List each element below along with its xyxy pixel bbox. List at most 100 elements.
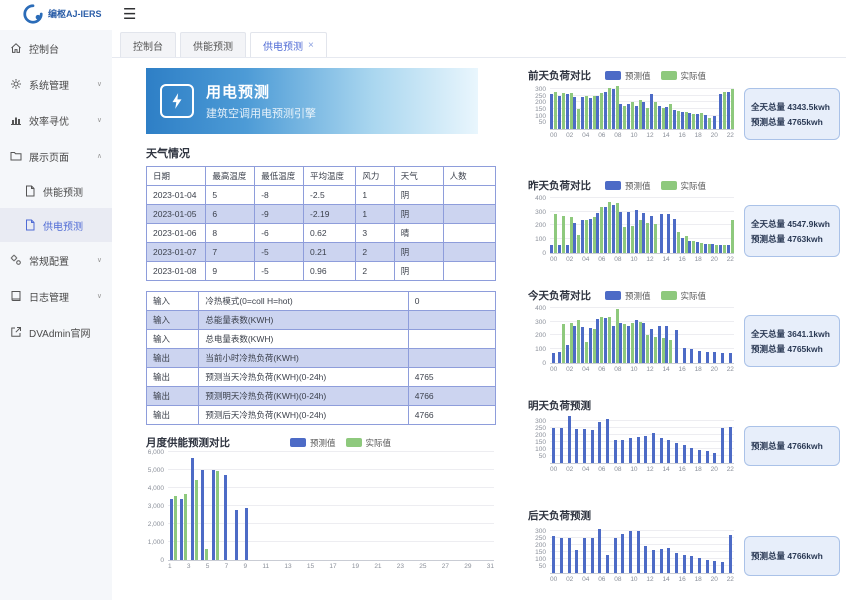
- bar-group[interactable]: [242, 453, 253, 560]
- bar-group[interactable]: [368, 453, 379, 560]
- bar-group[interactable]: [627, 416, 635, 463]
- bar-group[interactable]: [719, 416, 727, 463]
- bar-group[interactable]: [231, 453, 242, 560]
- bar-group[interactable]: [619, 306, 627, 363]
- bar-group[interactable]: [588, 306, 596, 363]
- bar-group[interactable]: [711, 526, 719, 573]
- bar-group[interactable]: [558, 86, 566, 129]
- bar-group[interactable]: [581, 526, 589, 573]
- bar-group[interactable]: [263, 453, 274, 560]
- sidebar-item-系统管理[interactable]: 系统管理∨: [0, 66, 112, 102]
- bar-group[interactable]: [565, 526, 573, 573]
- bar-group[interactable]: [696, 196, 704, 253]
- bar-group[interactable]: [389, 453, 400, 560]
- bar-group[interactable]: [665, 86, 673, 129]
- bar-group[interactable]: [680, 526, 688, 573]
- tab-控制台[interactable]: 控制台: [120, 32, 176, 57]
- bar-group[interactable]: [596, 416, 604, 463]
- bar-group[interactable]: [703, 86, 711, 129]
- sidebar-item-展示页面[interactable]: 展示页面∧: [0, 138, 112, 174]
- bar-group[interactable]: [657, 306, 665, 363]
- bar-group[interactable]: [634, 526, 642, 573]
- bar-group[interactable]: [711, 416, 719, 463]
- bar-group[interactable]: [627, 526, 635, 573]
- close-tab-icon[interactable]: ×: [308, 40, 314, 51]
- bar-group[interactable]: [294, 453, 305, 560]
- bar-group[interactable]: [642, 526, 650, 573]
- bar-group[interactable]: [558, 416, 566, 463]
- bar-group[interactable]: [588, 416, 596, 463]
- bar-group[interactable]: [642, 86, 650, 129]
- bar-group[interactable]: [634, 196, 642, 253]
- sidebar-item-控制台[interactable]: 控制台: [0, 30, 112, 66]
- sidebar-item-供能预测[interactable]: 供能预测: [0, 174, 112, 208]
- bar-group[interactable]: [588, 86, 596, 129]
- bar-group[interactable]: [550, 86, 558, 129]
- bar-group[interactable]: [680, 196, 688, 253]
- bar-group[interactable]: [315, 453, 326, 560]
- bar-group[interactable]: [410, 453, 421, 560]
- bar-group[interactable]: [627, 196, 635, 253]
- bar-group[interactable]: [336, 453, 347, 560]
- bar-group[interactable]: [688, 306, 696, 363]
- bar-group[interactable]: [696, 416, 704, 463]
- bar-group[interactable]: [347, 453, 358, 560]
- bar-group[interactable]: [378, 453, 389, 560]
- bar-group[interactable]: [611, 196, 619, 253]
- sidebar-item-日志管理[interactable]: 日志管理∨: [0, 278, 112, 314]
- bar-group[interactable]: [650, 416, 658, 463]
- bar-group[interactable]: [673, 196, 681, 253]
- bar-group[interactable]: [596, 196, 604, 253]
- bar-group[interactable]: [604, 86, 612, 129]
- legend-item[interactable]: 预测值: [290, 437, 336, 449]
- bar-group[interactable]: [719, 526, 727, 573]
- bar-group[interactable]: [657, 416, 665, 463]
- bar-group[interactable]: [703, 526, 711, 573]
- bar-group[interactable]: [573, 306, 581, 363]
- bar-group[interactable]: [634, 416, 642, 463]
- hamburger-menu-icon[interactable]: ☰: [123, 7, 136, 22]
- bar-group[interactable]: [711, 306, 719, 363]
- bar-group[interactable]: [726, 306, 734, 363]
- bar-group[interactable]: [703, 196, 711, 253]
- bar-group[interactable]: [168, 453, 179, 560]
- bar-group[interactable]: [619, 416, 627, 463]
- bar-group[interactable]: [719, 86, 727, 129]
- bar-group[interactable]: [703, 416, 711, 463]
- sidebar-item-常规配置[interactable]: 常规配置∨: [0, 242, 112, 278]
- bar-group[interactable]: [581, 416, 589, 463]
- bar-group[interactable]: [673, 416, 681, 463]
- bar-group[interactable]: [200, 453, 211, 560]
- bar-group[interactable]: [680, 416, 688, 463]
- legend-item[interactable]: 预测值: [605, 180, 651, 192]
- bar-group[interactable]: [665, 196, 673, 253]
- bar-group[interactable]: [611, 306, 619, 363]
- bar-group[interactable]: [588, 526, 596, 573]
- sidebar-item-供电预测[interactable]: 供电预测: [0, 208, 112, 242]
- bar-group[interactable]: [642, 306, 650, 363]
- bar-group[interactable]: [673, 306, 681, 363]
- bar-group[interactable]: [573, 416, 581, 463]
- bar-group[interactable]: [604, 306, 612, 363]
- bar-group[interactable]: [326, 453, 337, 560]
- bar-group[interactable]: [565, 196, 573, 253]
- bar-group[interactable]: [642, 416, 650, 463]
- bar-group[interactable]: [611, 416, 619, 463]
- bar-group[interactable]: [210, 453, 221, 560]
- bar-group[interactable]: [558, 306, 566, 363]
- bar-group[interactable]: [680, 86, 688, 129]
- bar-group[interactable]: [581, 86, 589, 129]
- bar-group[interactable]: [619, 86, 627, 129]
- bar-group[interactable]: [565, 86, 573, 129]
- bar-group[interactable]: [588, 196, 596, 253]
- bar-group[interactable]: [284, 453, 295, 560]
- bar-group[interactable]: [581, 306, 589, 363]
- bar-group[interactable]: [657, 86, 665, 129]
- bar-group[interactable]: [657, 526, 665, 573]
- bar-group[interactable]: [665, 416, 673, 463]
- bar-group[interactable]: [596, 86, 604, 129]
- bar-group[interactable]: [688, 86, 696, 129]
- bar-group[interactable]: [550, 196, 558, 253]
- bar-group[interactable]: [726, 86, 734, 129]
- bar-group[interactable]: [619, 196, 627, 253]
